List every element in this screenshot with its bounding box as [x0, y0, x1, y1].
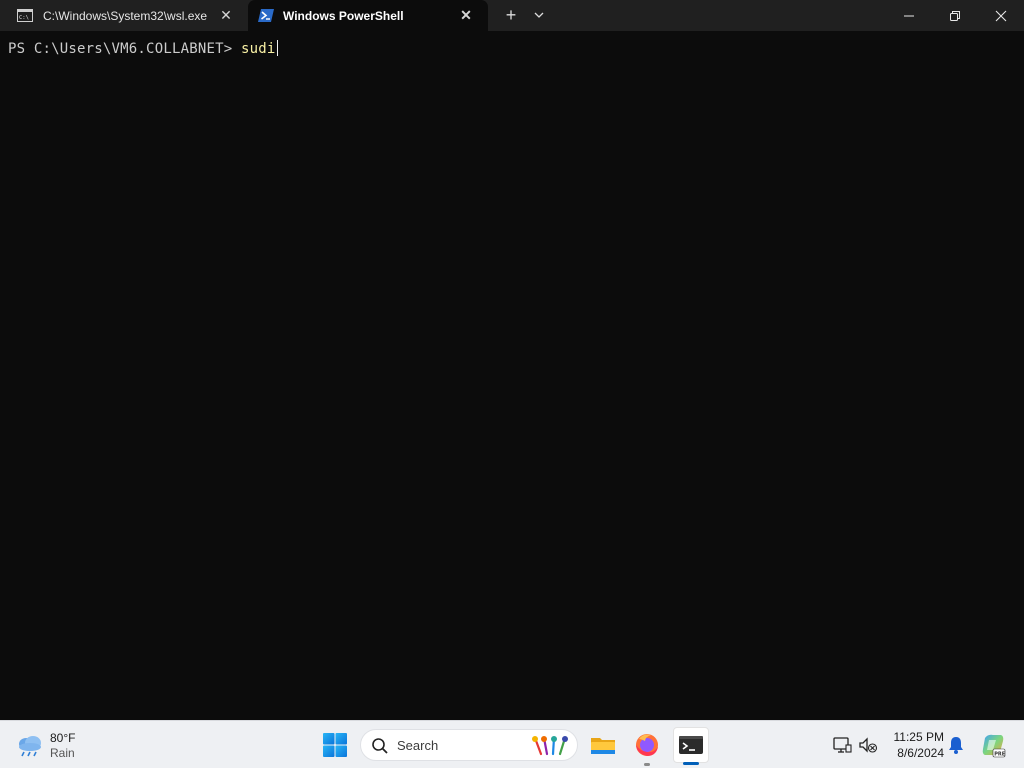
system-clock[interactable]: 11:25 PM 8/6/2024 — [888, 730, 944, 760]
taskbar-search[interactable]: Search — [360, 729, 578, 761]
minimize-icon — [904, 15, 914, 16]
tab-label: Windows PowerShell — [283, 9, 404, 23]
svg-text:PRE: PRE — [994, 751, 1006, 757]
active-indicator — [683, 762, 699, 765]
search-highlight-icon — [532, 736, 568, 756]
text-cursor — [276, 40, 278, 56]
copilot-icon[interactable]: PRE — [980, 732, 1006, 758]
taskbar: 80°F Rain Search 11:25 PM 8/6/2024 PRE — [0, 720, 1024, 768]
windows-start-icon[interactable] — [322, 732, 348, 758]
search-placeholder: Search — [397, 738, 439, 753]
taskbar-firefox[interactable] — [629, 727, 665, 766]
terminal-window: C:\ C:\Windows\System32\wsl.exe ✕ Window… — [0, 0, 1024, 720]
close-tab-icon[interactable]: ✕ — [459, 8, 473, 22]
file-explorer-icon — [591, 738, 615, 754]
close-icon — [995, 10, 1007, 21]
tab-wsl[interactable]: C:\ C:\Windows\System32\wsl.exe ✕ — [0, 0, 246, 31]
running-indicator — [644, 763, 650, 766]
sound-muted-icon[interactable] — [858, 735, 878, 755]
close-window-button[interactable] — [978, 0, 1024, 31]
weather-description: Rain — [50, 746, 75, 760]
weather-rain-icon — [19, 736, 41, 757]
terminal-output[interactable]: PS C:\Users\VM6.COLLABNET> sudi — [0, 31, 1024, 720]
minimize-button[interactable] — [886, 0, 932, 31]
terminal-icon — [679, 736, 703, 754]
firefox-icon — [636, 734, 658, 756]
title-bar[interactable]: C:\ C:\Windows\System32\wsl.exe ✕ Window… — [0, 0, 1024, 31]
weather-widget[interactable]: 80°F Rain — [16, 729, 96, 761]
restore-icon — [950, 10, 960, 21]
taskbar-terminal[interactable] — [673, 727, 709, 765]
chevron-down-icon[interactable] — [530, 6, 548, 24]
prompt-text: PS C:\Users\VM6.COLLABNET> — [8, 41, 241, 57]
tab-powershell[interactable]: Windows PowerShell ✕ — [248, 0, 488, 31]
clock-date: 8/6/2024 — [897, 746, 944, 760]
taskbar-file-explorer[interactable] — [585, 727, 621, 763]
powershell-icon — [258, 9, 274, 22]
close-tab-icon[interactable]: ✕ — [219, 8, 233, 22]
prompt-line[interactable]: PS C:\Users\VM6.COLLABNET> sudi — [8, 40, 278, 57]
weather-temperature: 80°F — [50, 731, 76, 745]
search-icon — [372, 738, 388, 754]
command-input[interactable]: sudi — [241, 41, 276, 57]
tab-label: C:\Windows\System32\wsl.exe — [43, 9, 208, 23]
restore-button[interactable] — [932, 0, 978, 31]
clock-time: 11:25 PM — [893, 730, 944, 744]
display-icon[interactable] — [832, 735, 852, 755]
cmd-console-icon: C:\ — [17, 9, 33, 22]
notification-bell-icon[interactable] — [947, 735, 965, 755]
new-tab-button[interactable]: + — [500, 4, 522, 26]
svg-text:C:\: C:\ — [19, 15, 29, 21]
